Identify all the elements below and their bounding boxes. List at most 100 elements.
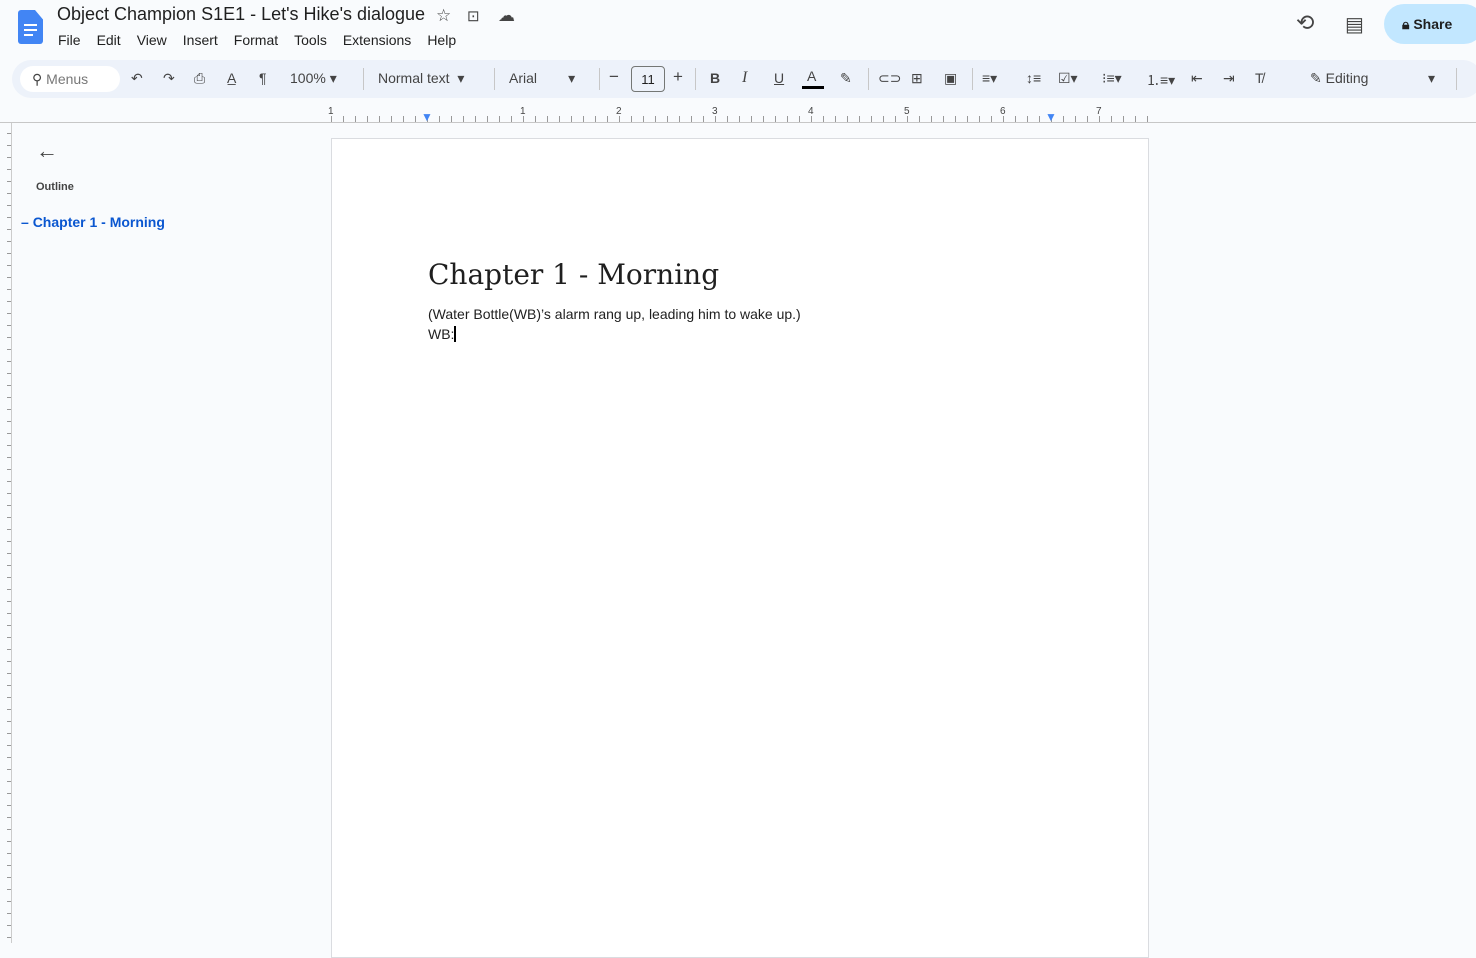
ruler-tick bbox=[403, 116, 404, 122]
spellcheck-icon[interactable]: A̲ bbox=[227, 70, 236, 86]
menu-extensions[interactable]: Extensions bbox=[343, 32, 419, 48]
align-icon[interactable]: ≡▾ bbox=[982, 70, 997, 87]
line-spacing-icon[interactable]: ↕≡ bbox=[1026, 70, 1041, 86]
document-title[interactable]: Object Champion S1E1 - Let's Hike's dial… bbox=[57, 4, 425, 25]
ruler-tick bbox=[343, 116, 344, 122]
outline-item[interactable]: – Chapter 1 - Morning bbox=[21, 214, 165, 230]
font-select[interactable]: Arial ▾ bbox=[509, 70, 589, 87]
menu-insert[interactable]: Insert bbox=[183, 32, 226, 48]
ruler-tick bbox=[7, 781, 11, 782]
ruler-tick bbox=[475, 116, 476, 122]
ruler-tick bbox=[991, 116, 992, 122]
ruler-tick bbox=[907, 116, 908, 122]
ruler-tick bbox=[847, 116, 848, 122]
italic-button[interactable]: I bbox=[742, 69, 747, 87]
version-history-icon[interactable]: ⟲ bbox=[1296, 10, 1314, 36]
paint-format-icon[interactable]: ¶ bbox=[259, 70, 267, 86]
menu-edit[interactable]: Edit bbox=[97, 32, 129, 48]
ruler-tick bbox=[7, 685, 11, 686]
ruler-tick bbox=[391, 116, 392, 122]
ruler-tick bbox=[7, 421, 11, 422]
ruler-tick bbox=[7, 373, 11, 374]
heading[interactable]: Chapter 1 - Morning bbox=[428, 258, 719, 291]
ruler-tick bbox=[7, 313, 11, 314]
ruler-tick bbox=[7, 229, 11, 230]
paragraph[interactable]: WB: bbox=[428, 326, 456, 342]
star-icon[interactable]: ☆ bbox=[436, 6, 451, 26]
vertical-ruler bbox=[0, 123, 12, 943]
redo-icon[interactable]: ↷ bbox=[163, 70, 175, 87]
share-label: Share bbox=[1413, 16, 1453, 32]
ruler-tick bbox=[7, 697, 11, 698]
undo-icon[interactable]: ↶ bbox=[131, 70, 143, 87]
decrease-font-size-button[interactable]: − bbox=[609, 67, 619, 87]
menu-bar: File Edit View Insert Format Tools Exten… bbox=[58, 32, 472, 48]
ruler-tick bbox=[7, 889, 11, 890]
back-arrow-icon[interactable]: ← bbox=[36, 138, 58, 164]
link-icon[interactable]: ⊂⊃ bbox=[878, 70, 901, 87]
numbered-list-icon[interactable]: ⒈≡▾ bbox=[1146, 70, 1175, 90]
ruler-tick bbox=[7, 649, 11, 650]
menu-file[interactable]: File bbox=[58, 32, 89, 48]
ruler-tick bbox=[1099, 116, 1100, 122]
ruler-tick bbox=[859, 116, 860, 122]
menu-help[interactable]: Help bbox=[427, 32, 464, 48]
ruler-tick bbox=[535, 116, 536, 122]
menu-format[interactable]: Format bbox=[234, 32, 286, 48]
text-color-button[interactable]: A bbox=[807, 68, 816, 84]
ruler-tick bbox=[631, 116, 632, 122]
ruler-tick bbox=[7, 457, 11, 458]
ruler-tick bbox=[7, 265, 11, 266]
ruler-tick bbox=[7, 397, 11, 398]
cloud-status-icon[interactable]: ☁ bbox=[498, 6, 515, 26]
menu-view[interactable]: View bbox=[137, 32, 175, 48]
left-indent-marker[interactable]: ▼ bbox=[421, 110, 433, 124]
bulleted-list-icon[interactable]: ⁝≡▾ bbox=[1102, 70, 1122, 87]
ruler-tick bbox=[787, 116, 788, 122]
ruler-tick bbox=[643, 116, 644, 122]
highlight-icon[interactable]: ✎ bbox=[840, 70, 852, 87]
underline-button[interactable]: U bbox=[774, 70, 784, 86]
ruler-tick bbox=[379, 116, 380, 122]
clear-formatting-icon[interactable]: T̸ bbox=[1255, 70, 1264, 86]
ruler-tick bbox=[7, 853, 11, 854]
ruler-tick bbox=[7, 361, 11, 362]
decrease-indent-icon[interactable]: ⇤ bbox=[1191, 70, 1203, 87]
increase-font-size-button[interactable]: + bbox=[673, 67, 683, 87]
style-select[interactable]: Normal text ▾ bbox=[378, 70, 483, 87]
zoom-select[interactable]: 100% ▾ bbox=[290, 70, 337, 87]
ruler-tick bbox=[823, 116, 824, 122]
ruler-tick bbox=[7, 841, 11, 842]
ruler-tick bbox=[355, 116, 356, 122]
ruler-tick bbox=[7, 733, 11, 734]
comments-icon[interactable]: ▤ bbox=[1345, 12, 1364, 37]
bold-button[interactable]: B bbox=[710, 70, 720, 86]
print-icon[interactable]: ⎙ bbox=[194, 70, 205, 87]
checklist-icon[interactable]: ☑▾ bbox=[1058, 70, 1078, 87]
ruler-tick bbox=[7, 589, 11, 590]
editing-mode-select[interactable]: ✎ Editing ▾ bbox=[1310, 70, 1435, 87]
insert-image-icon[interactable]: ▣ bbox=[944, 70, 957, 87]
ruler-tick bbox=[763, 116, 764, 122]
share-button[interactable]: 🔒︎ Share bbox=[1384, 4, 1476, 44]
ruler-tick bbox=[595, 116, 596, 122]
ruler-tick bbox=[7, 877, 11, 878]
font-size-input[interactable]: 11 bbox=[631, 66, 665, 92]
ruler-tick bbox=[7, 721, 11, 722]
search-menus-input[interactable]: ⚲ Menus bbox=[20, 66, 120, 92]
ruler-tick bbox=[7, 337, 11, 338]
move-folder-icon[interactable]: ⊡ bbox=[467, 7, 480, 25]
increase-indent-icon[interactable]: ⇥ bbox=[1223, 70, 1235, 87]
ruler-tick bbox=[607, 116, 608, 122]
docs-logo[interactable] bbox=[18, 10, 43, 44]
ruler-tick bbox=[979, 116, 980, 122]
ruler-tick bbox=[1015, 116, 1016, 122]
ruler-tick bbox=[547, 116, 548, 122]
ruler-tick bbox=[1135, 116, 1136, 122]
menu-tools[interactable]: Tools bbox=[294, 32, 335, 48]
right-indent-marker[interactable]: ▼ bbox=[1045, 110, 1057, 124]
add-comment-icon[interactable]: ⊞ bbox=[911, 70, 923, 87]
paragraph[interactable]: (Water Bottle(WB)’s alarm rang up, leadi… bbox=[428, 306, 801, 322]
divider bbox=[363, 68, 364, 90]
ruler-tick bbox=[7, 925, 11, 926]
